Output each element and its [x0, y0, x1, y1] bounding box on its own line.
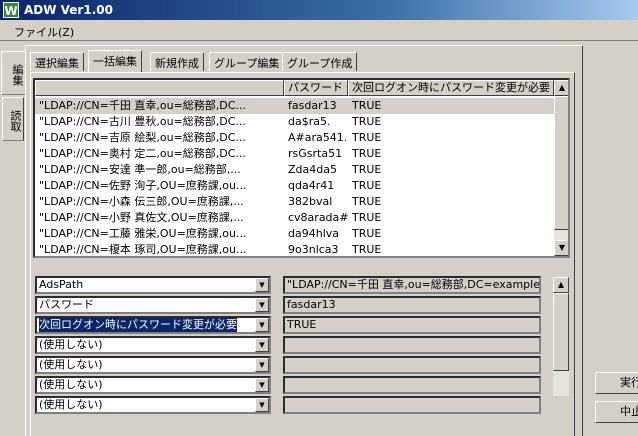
cell-must-change: TRUE	[352, 131, 382, 144]
field-value: fasdar13	[283, 296, 541, 314]
field-select[interactable]: (使用しない) ▼	[35, 376, 271, 394]
cell-path: "LDAP://CN=小森 伝三郎,OU=庶務課,...	[39, 195, 244, 208]
tab-new-create[interactable]: 新規作成	[150, 52, 204, 71]
scroll-thumb[interactable]	[554, 96, 568, 230]
app-icon: W	[3, 2, 19, 18]
table-row[interactable]: "LDAP://CN=小森 伝三郎,OU=庶務課,... 382bval TRUE	[35, 194, 554, 210]
table-row[interactable]: "LDAP://CN=吉原 絵梨,ou=総務部,DC... A#ara541. TR…	[35, 130, 554, 146]
table-row[interactable]: "LDAP://CN=千田 直幸,ou=総務部,DC... fasdar13 TRU…	[35, 98, 554, 114]
chevron-down-icon[interactable]: ▼	[255, 278, 269, 292]
field-select[interactable]: (使用しない) ▼	[35, 396, 271, 414]
cell-path: "LDAP://CN=佐野 洵子,OU=庶務課,ou...	[39, 179, 247, 192]
field-select-value: パスワード	[39, 298, 94, 311]
chevron-down-icon[interactable]: ▼	[255, 398, 269, 412]
cell-path: "LDAP://CN=奥村 定二,ou=総務部,DC...	[39, 147, 246, 160]
cell-must-change: TRUE	[348, 98, 554, 114]
field-value	[283, 356, 541, 374]
scroll-up-icon[interactable]: ▲	[553, 277, 569, 293]
user-list[interactable]: パスワード 次回ログオン時にパスワード変更が必要 "LDAP://CN=千田 直…	[33, 78, 570, 258]
cell-must-change: TRUE	[352, 115, 382, 128]
cell-password: qda4r41	[288, 179, 335, 192]
list-vscrollbar[interactable]: ▲ ▼	[554, 80, 568, 256]
field-value	[283, 396, 541, 414]
stop-button[interactable]: 中止	[595, 401, 638, 423]
tab-group-edit[interactable]: グループ編集	[209, 52, 285, 71]
cell-must-change: TRUE	[352, 163, 382, 176]
menu-file[interactable]: ファイル(Z)	[14, 24, 74, 40]
scroll-up-icon[interactable]: ▲	[554, 80, 568, 96]
field-select-value: (使用しない)	[39, 378, 103, 391]
cell-path: "LDAP://CN=安達 準一郎,ou=総務部,...	[39, 163, 241, 176]
table-row[interactable]: "LDAP://CN=工藤 雅栄,OU=庶務課,ou... da94hlva TRU…	[35, 226, 554, 242]
cell-path: "LDAP://CN=千田 直幸,ou=総務部,DC...	[35, 98, 284, 114]
field-value	[283, 376, 541, 394]
cell-path: "LDAP://CN=吉原 絵梨,ou=総務部,DC...	[39, 131, 246, 144]
cell-must-change: TRUE	[352, 243, 382, 256]
table-row[interactable]: "LDAP://CN=奥村 定二,ou=総務部,DC... rsGsrta51 TR…	[35, 146, 554, 162]
cell-must-change: TRUE	[352, 195, 382, 208]
table-row[interactable]: "LDAP://CN=佐野 洵子,OU=庶務課,ou... qda4r41 TRUE	[35, 178, 554, 194]
side-tab-edit[interactable]: 編集	[1, 51, 25, 95]
field-value: TRUE	[283, 316, 541, 334]
cell-password: cv8arada#	[288, 211, 348, 224]
field-value: "LDAP://CN=千田 直幸,ou=総務部,DC=example,D	[283, 276, 541, 294]
field-select[interactable]: 次回ログオン時にパスワード変更が必要 ▼	[35, 316, 271, 334]
chevron-down-icon[interactable]: ▼	[255, 358, 269, 372]
cell-path: "LDAP://CN=古川 豊秋,ou=総務部,DC...	[39, 115, 246, 128]
cell-password: da94hlva	[288, 227, 339, 240]
field-select-value: (使用しない)	[39, 398, 103, 411]
field-select-value: 次回ログオン時にパスワード変更が必要	[39, 318, 237, 332]
tab-group-create[interactable]: グループ作成	[282, 52, 358, 71]
chevron-down-icon[interactable]: ▼	[255, 298, 269, 312]
cell-path: "LDAP://CN=工藤 雅栄,OU=庶務課,ou...	[39, 227, 247, 240]
list-header: パスワード 次回ログオン時にパスワード変更が必要	[35, 80, 554, 96]
cell-password: Zda4da5	[288, 163, 337, 176]
cell-must-change: TRUE	[352, 211, 382, 224]
cell-password: A#ara541.	[288, 131, 348, 144]
table-row[interactable]: "LDAP://CN=榎本 琢司,OU=庶務課,ou... 9o3nlca3 TRU…	[35, 242, 554, 256]
table-row[interactable]: "LDAP://CN=小野 真佐文,OU=庶務課,... cv8arada# TRU…	[35, 210, 554, 226]
execute-button[interactable]: 実行	[595, 372, 638, 394]
cell-must-change: TRUE	[352, 179, 382, 192]
field-select[interactable]: パスワード ▼	[35, 296, 271, 314]
cell-password: da$ra5.	[288, 115, 331, 128]
field-select[interactable]: (使用しない) ▼	[35, 336, 271, 354]
cell-password: 9o3nlca3	[288, 243, 339, 256]
field-select-value: (使用しない)	[39, 358, 103, 371]
cell-password: 382bval	[288, 195, 333, 208]
column-header-must-change[interactable]: 次回ログオン時にパスワード変更が必要	[348, 80, 554, 96]
cell-must-change: TRUE	[352, 227, 382, 240]
table-row[interactable]: "LDAP://CN=安達 準一郎,ou=総務部,... Zda4da5 TRUE	[35, 162, 554, 178]
table-row[interactable]: "LDAP://CN=古川 豊秋,ou=総務部,DC... da$ra5. TRUE	[35, 114, 554, 130]
menu-bar: ファイル(Z)	[0, 20, 638, 40]
field-select-value: (使用しない)	[39, 338, 103, 351]
chevron-down-icon[interactable]: ▼	[255, 378, 269, 392]
cell-must-change: TRUE	[352, 147, 382, 160]
scroll-thumb[interactable]	[553, 293, 569, 371]
cell-path: "LDAP://CN=榎本 琢司,OU=庶務課,ou...	[39, 243, 247, 256]
field-select[interactable]: (使用しない) ▼	[35, 356, 271, 374]
title-bar[interactable]: W ADW Ver1.00	[0, 0, 638, 20]
column-header-path[interactable]	[35, 80, 284, 96]
cell-password: rsGsrta51	[288, 147, 343, 160]
field-select[interactable]: AdsPath ▼	[35, 276, 271, 294]
cell-password: fasdar13	[284, 98, 348, 114]
scroll-down-icon[interactable]: ▼	[554, 240, 568, 256]
field-select-value: AdsPath	[39, 278, 84, 291]
chevron-down-icon[interactable]: ▼	[255, 318, 269, 332]
cell-path: "LDAP://CN=小野 真佐文,OU=庶務課,...	[39, 211, 244, 224]
column-header-password[interactable]: パスワード	[284, 80, 348, 96]
mapping-vscrollbar[interactable]: ▲	[553, 277, 569, 396]
tab-select-edit[interactable]: 選択編集	[30, 52, 84, 71]
field-value	[283, 336, 541, 354]
side-tab-read[interactable]: 読取	[2, 97, 24, 141]
window-title: ADW Ver1.00	[24, 3, 113, 17]
chevron-down-icon[interactable]: ▼	[255, 338, 269, 352]
tab-bulk-edit[interactable]: 一括編集	[88, 50, 142, 72]
